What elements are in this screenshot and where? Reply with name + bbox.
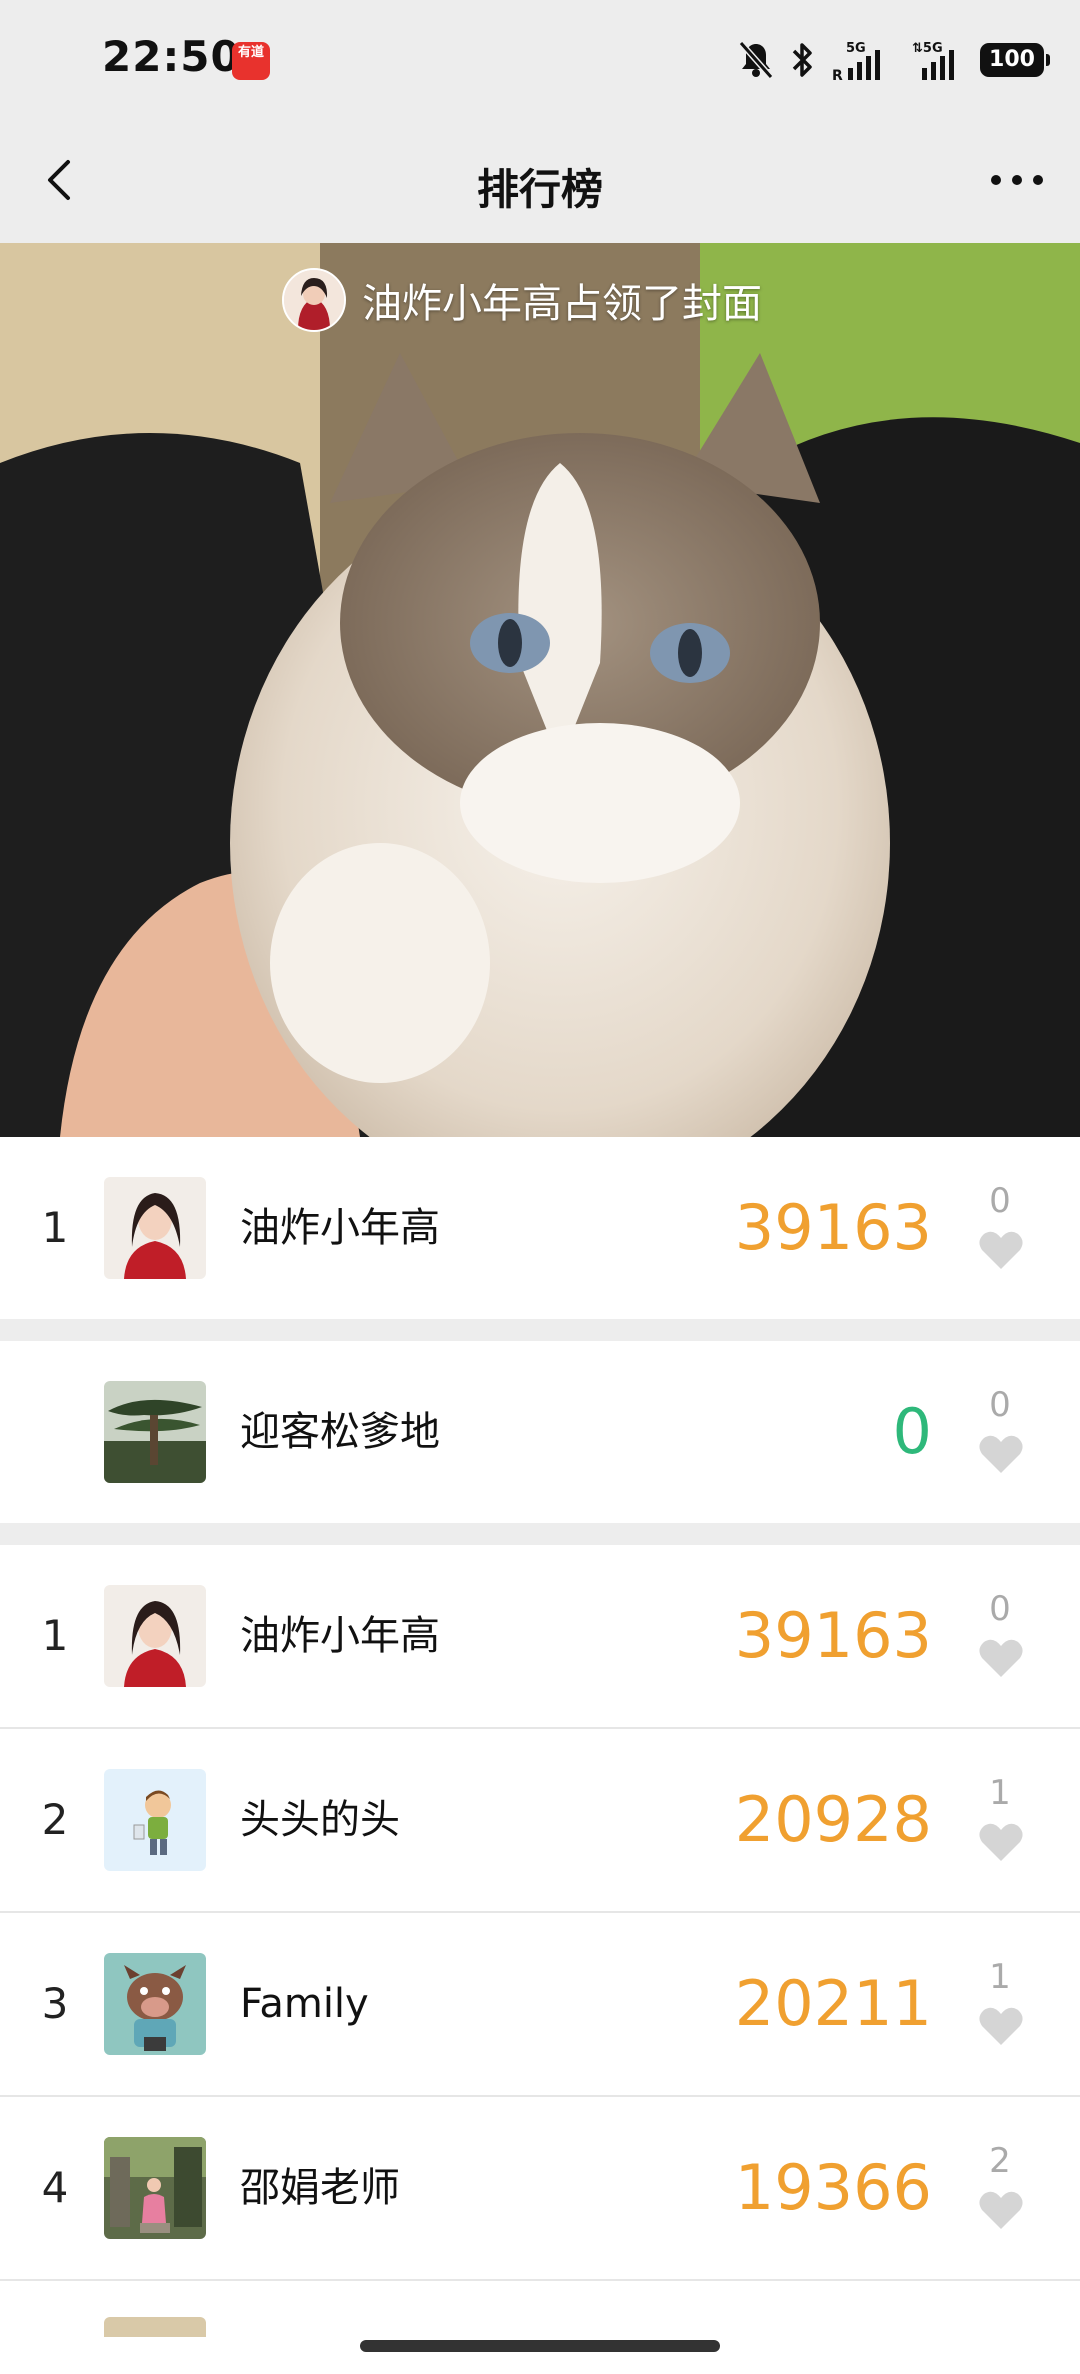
- status-time: 22:50: [102, 32, 241, 81]
- app-notification-icon: 有道: [232, 42, 270, 80]
- ranking-row-4[interactable]: 4 邵娟老师 19366 2: [0, 2097, 1080, 2279]
- heart-icon: [979, 1639, 1023, 1677]
- like-count: 1: [989, 1957, 1011, 1997]
- like-count: 0: [989, 1385, 1011, 1425]
- heart-icon: [979, 1435, 1023, 1473]
- like-count: 2: [989, 2141, 1011, 2181]
- mute-bell-icon: [738, 41, 774, 79]
- cover-caption: 油炸小年高占领了封面: [282, 265, 762, 335]
- like-count: 0: [989, 1589, 1011, 1629]
- like-button[interactable]: 1: [960, 1957, 1040, 2057]
- cartoon-boar-avatar: [104, 1953, 206, 2055]
- like-button[interactable]: 0: [960, 1385, 1040, 1485]
- svg-text:R: R: [832, 68, 843, 82]
- like-count: 0: [989, 1181, 1011, 1221]
- page-title: 排行榜: [476, 165, 603, 214]
- bluetooth-icon: [792, 43, 812, 77]
- more-options-icon[interactable]: [984, 150, 1050, 210]
- heart-icon: [979, 2007, 1023, 2045]
- cover-image[interactable]: 油炸小年高占领了封面: [0, 243, 1080, 1137]
- ranking-row-1[interactable]: 1 油炸小年高 39163 0: [0, 1545, 1080, 1727]
- rank-number: 3: [41, 1979, 69, 2028]
- pine-tree-avatar: [104, 1381, 206, 1483]
- battery-icon: 100: [980, 43, 1050, 77]
- user-name: 油炸小年高: [240, 1205, 440, 1251]
- status-icons: 5G R ⇅5G 100: [738, 36, 1050, 84]
- cover-caption-text: 油炸小年高占领了封面: [362, 281, 762, 327]
- user-name: 头头的头: [240, 1797, 400, 1843]
- like-button[interactable]: 0: [960, 1589, 1040, 1689]
- step-score: 39163: [734, 1599, 932, 1672]
- photo-avatar: [104, 2137, 206, 2239]
- section-gap: [0, 1523, 1080, 1545]
- user-name: 迎客松爹地: [240, 1409, 440, 1455]
- rank-number: 1: [41, 1203, 69, 1252]
- svg-text:5G: 5G: [846, 41, 866, 56]
- heart-icon: [979, 1823, 1023, 1861]
- heart-icon: [979, 1231, 1023, 1269]
- step-score: 0: [892, 1395, 932, 1468]
- ranking-row-partial[interactable]: [0, 2281, 1080, 2374]
- girl-avatar: [104, 1585, 206, 1687]
- nav-bar: 排行榜: [0, 120, 1080, 243]
- ranking-row-3[interactable]: 3 Family 20211 1: [0, 1913, 1080, 2095]
- signal-5g-icon-2: ⇅5G: [912, 41, 954, 80]
- section-gap: [0, 1319, 1080, 1341]
- like-count: 1: [989, 1773, 1011, 1813]
- svg-text:⇅5G: ⇅5G: [912, 41, 943, 56]
- ranking-row-2[interactable]: 2 头头的头 20928 1: [0, 1729, 1080, 1911]
- user-name: Family: [240, 1981, 369, 2027]
- like-button[interactable]: 2: [960, 2141, 1040, 2241]
- my-rank-row[interactable]: 1 油炸小年高 39163 0: [0, 1137, 1080, 1319]
- cover-owner-avatar: [282, 268, 346, 332]
- user-name: 邵娟老师: [240, 2165, 400, 2211]
- step-score: 20211: [734, 1967, 932, 2040]
- rank-number: 4: [41, 2163, 69, 2212]
- status-bar: 22:50 有道 5G R ⇅5G 100: [0, 0, 1080, 120]
- step-score: 20928: [734, 1783, 932, 1856]
- signal-5g-icon: 5G R: [832, 41, 880, 82]
- like-button[interactable]: 0: [960, 1181, 1040, 1281]
- rank-number: 1: [41, 1611, 69, 1660]
- user-name: 油炸小年高: [240, 1613, 440, 1659]
- back-icon[interactable]: [30, 150, 90, 210]
- partial-avatar: [104, 2317, 206, 2337]
- like-button[interactable]: 1: [960, 1773, 1040, 1873]
- heart-icon: [979, 2191, 1023, 2229]
- rank-number: [40, 1341, 70, 1523]
- self-row[interactable]: 迎客松爹地 0 0: [0, 1341, 1080, 1523]
- rank-number: 2: [41, 1795, 69, 1844]
- cartoon-boy-avatar: [104, 1769, 206, 1871]
- step-score: 39163: [734, 1191, 932, 1264]
- girl-avatar: [104, 1177, 206, 1279]
- cat-photo: [0, 243, 1080, 1137]
- home-indicator[interactable]: [360, 2340, 720, 2352]
- step-score: 19366: [734, 2151, 932, 2224]
